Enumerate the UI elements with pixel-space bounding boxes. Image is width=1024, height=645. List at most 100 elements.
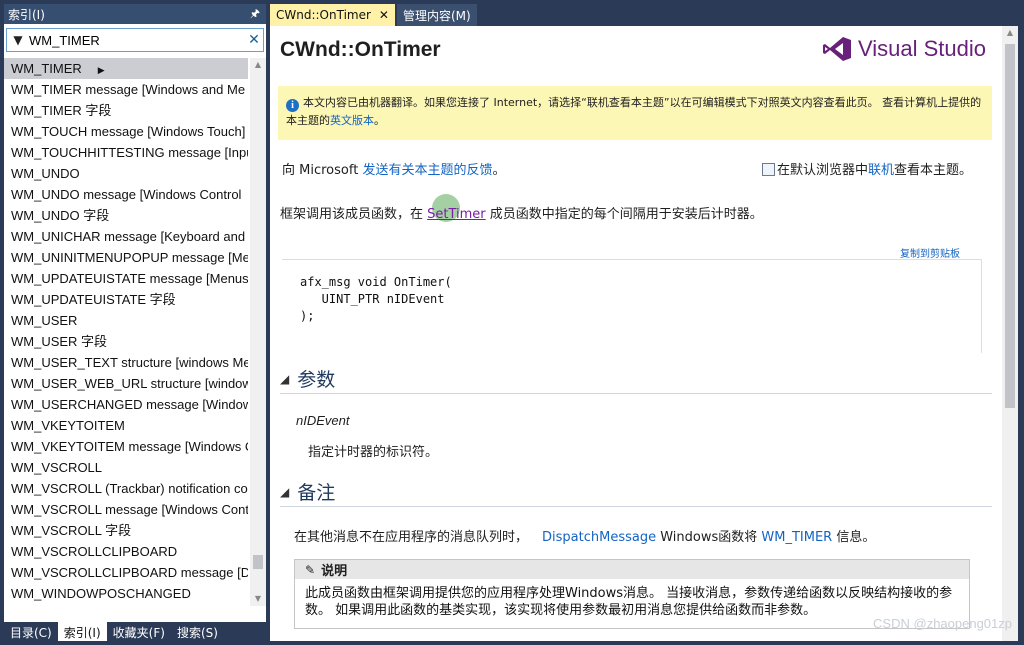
- list-item[interactable]: WM_UNDO 字段: [4, 205, 248, 226]
- index-list-scrollbar[interactable]: ▲ ▼: [250, 58, 266, 606]
- list-item[interactable]: WM_UNICHAR message [Keyboard and: [4, 226, 248, 247]
- scrollbar-thumb[interactable]: [1005, 44, 1015, 408]
- index-search-input[interactable]: [29, 30, 245, 50]
- list-item[interactable]: WM_WINDOWPOSCHANGED: [4, 583, 248, 604]
- info-icon: i: [286, 99, 299, 112]
- list-item[interactable]: WM_VSCROLL 字段: [4, 520, 248, 541]
- close-icon[interactable]: ✕: [245, 32, 263, 48]
- scroll-up-icon[interactable]: ▲: [1002, 26, 1018, 40]
- list-item[interactable]: WM_UNDO: [4, 163, 248, 184]
- tab-favorites[interactable]: 收藏夹(F): [107, 622, 171, 641]
- english-version-link[interactable]: 英文版本: [330, 114, 374, 127]
- list-item[interactable]: WM_VSCROLLCLIPBOARD: [4, 541, 248, 562]
- list-item[interactable]: WM_UNINITMENUPOPUP message [Me: [4, 247, 248, 268]
- list-item[interactable]: WM_UPDATEUISTATE 字段: [4, 289, 248, 310]
- notice-text: 本文内容已由机器翻译。如果您连接了 Internet，请选择“联机查看本主题”以…: [286, 96, 982, 127]
- list-item[interactable]: WM_USER 字段: [4, 331, 248, 352]
- tab-search[interactable]: 搜索(S): [171, 622, 224, 641]
- parameter-name: nIDEvent: [296, 413, 350, 428]
- tab-cwnd-ontimer[interactable]: CWnd::OnTimer ✕: [270, 4, 395, 26]
- view-online-row: 在默认浏览器中联机查看本主题。: [762, 159, 972, 178]
- list-item[interactable]: WM_TIMER 字段: [4, 100, 248, 121]
- list-item-label: WM_UPDATEUISTATE 字段: [11, 292, 176, 307]
- tab-contents[interactable]: 目录(C): [4, 622, 58, 641]
- remark-end: 信息。: [832, 530, 876, 545]
- scroll-up-icon[interactable]: ▲: [250, 58, 266, 72]
- collapse-triangle-icon[interactable]: ◢: [280, 372, 289, 386]
- list-item[interactable]: WM_VSCROLLCLIPBOARD message [Dat: [4, 562, 248, 583]
- list-item-label: WM_UNDO: [11, 166, 80, 181]
- list-item-label: WM_UPDATEUISTATE message [Menus: [11, 271, 248, 286]
- list-item-label: WM_UNICHAR message [Keyboard and: [11, 229, 246, 244]
- scroll-down-icon[interactable]: ▼: [250, 592, 266, 606]
- tab-label: CWnd::OnTimer: [276, 8, 371, 22]
- note-pencil-icon: ✎: [305, 562, 316, 577]
- list-item[interactable]: WM_TIMER message [Windows and Me: [4, 79, 248, 100]
- list-item[interactable]: WM_UPDATEUISTATE message [Menus: [4, 268, 248, 289]
- list-item-label: WM_WINDOWPOSCHANGED: [11, 586, 191, 601]
- tab-manage-content[interactable]: 管理内容(M): [396, 4, 477, 26]
- feedback-prefix: 向 Microsoft: [282, 163, 363, 178]
- list-item-label: WM_TIMER: [11, 61, 82, 76]
- list-item[interactable]: WM_TOUCH message [Windows Touch]: [4, 121, 248, 142]
- scrollbar-thumb[interactable]: [253, 555, 263, 569]
- visual-studio-logo-icon: [822, 37, 851, 61]
- copy-to-clipboard-link[interactable]: 复制到剪贴板: [900, 245, 960, 260]
- list-item-label: WM_USER_WEB_URL structure [windows: [11, 376, 248, 391]
- list-item[interactable]: WM_USERCHANGED message [Window: [4, 394, 248, 415]
- tab-label: 管理内容(M): [402, 8, 471, 23]
- settimer-link[interactable]: SetTimer: [427, 207, 486, 222]
- machine-translation-notice: i 本文内容已由机器翻译。如果您连接了 Internet，请选择“联机查看本主题”…: [278, 86, 992, 140]
- list-item-label: WM_VSCROLL (Trackbar) notification co: [11, 481, 248, 496]
- index-panel-title: 索引(I): [8, 7, 45, 22]
- feedback-end: 。: [492, 163, 506, 178]
- list-item[interactable]: WM_VKEYTOITEM: [4, 415, 248, 436]
- section-parameters[interactable]: ◢ 参数: [280, 364, 992, 394]
- list-item-label: WM_UNDO 字段: [11, 208, 110, 223]
- page-title: CWnd::OnTimer: [280, 38, 441, 61]
- watermark: CSDN @zhaopeng01zp: [873, 616, 1012, 631]
- list-item-label: WM_VSCROLL 字段: [11, 523, 132, 538]
- document-viewer: CWnd::OnTimer Visual Studio i 本文内容已由机器翻译。…: [270, 26, 1018, 641]
- list-item[interactable]: WM_UNDO message [Windows Control: [4, 184, 248, 205]
- index-panel: 索引(I) 🖈 ▼ ✕ WM_TIMER ▶ WM_TIMER message [W…: [4, 4, 266, 641]
- tab-index[interactable]: 索引(I): [57, 622, 107, 641]
- section-remarks[interactable]: ◢ 备注: [280, 477, 992, 507]
- wm-timer-link[interactable]: WM_TIMER: [761, 530, 832, 545]
- pin-icon[interactable]: 🖈: [250, 5, 260, 24]
- filter-icon[interactable]: ▼: [7, 33, 29, 47]
- close-icon[interactable]: ✕: [379, 8, 389, 22]
- note-body: 此成员函数由框架调用提供您的应用程序处理Windows消息。 当接收消息，参数传…: [305, 586, 953, 618]
- chevron-right-icon: ▶: [97, 65, 105, 75]
- note-header: ✎ 说明: [295, 560, 969, 579]
- list-item[interactable]: WM_USER_TEXT structure [windows Me: [4, 352, 248, 373]
- list-item[interactable]: WM_VSCROLL (Trackbar) notification co: [4, 478, 248, 499]
- description: 框架调用该成员函数，在 SetTimer 成员函数中指定的每个间隔用于安装后计时…: [280, 203, 763, 222]
- remarks-text: 在其他消息不在应用程序的消息队列时， DispatchMessage Window…: [294, 526, 875, 545]
- list-item[interactable]: WM_USER_WEB_URL structure [windows: [4, 373, 248, 394]
- list-item-label: WM_TOUCHHITTESTING message [Inpu: [11, 145, 248, 160]
- list-item-label: WM_VSCROLL message [Windows Contr: [11, 502, 248, 517]
- list-item-label: WM_VKEYTOITEM message [Windows C: [11, 439, 248, 454]
- browser-suffix: 查看本主题。: [894, 163, 973, 178]
- dispatchmessage-link[interactable]: DispatchMessage: [542, 530, 656, 545]
- visual-studio-logo-text: Visual Studio: [857, 36, 986, 61]
- list-item[interactable]: WM_TIMER ▶: [4, 58, 248, 79]
- list-item[interactable]: WM_TOUCHHITTESTING message [Inpu: [4, 142, 248, 163]
- list-item[interactable]: WM_VKEYTOITEM message [Windows C: [4, 436, 248, 457]
- index-search-box: ▼ ✕: [6, 28, 264, 52]
- index-list: WM_TIMER ▶ WM_TIMER message [Windows and M…: [4, 58, 248, 606]
- list-item-label: WM_UNDO message [Windows Control: [11, 187, 242, 202]
- online-link[interactable]: 联机: [868, 163, 894, 178]
- collapse-triangle-icon[interactable]: ◢: [280, 485, 289, 499]
- list-item-label: WM_UNINITMENUPOPUP message [Me: [11, 250, 248, 265]
- list-item[interactable]: WM_USER: [4, 310, 248, 331]
- document-tab-strip: CWnd::OnTimer ✕ 管理内容(M): [270, 4, 1024, 26]
- list-item[interactable]: WM_VSCROLL: [4, 457, 248, 478]
- list-item[interactable]: WM_VSCROLL message [Windows Contr: [4, 499, 248, 520]
- feedback-link[interactable]: 发送有关本主题的反馈: [362, 163, 492, 178]
- feedback-row: 向 Microsoft 发送有关本主题的反馈。 在默认浏览器中联机查看本主题。: [282, 159, 982, 178]
- list-item-label: WM_USER: [11, 313, 78, 328]
- document-scrollbar[interactable]: ▲: [1002, 26, 1018, 641]
- index-panel-header: 索引(I) 🖈: [4, 4, 266, 24]
